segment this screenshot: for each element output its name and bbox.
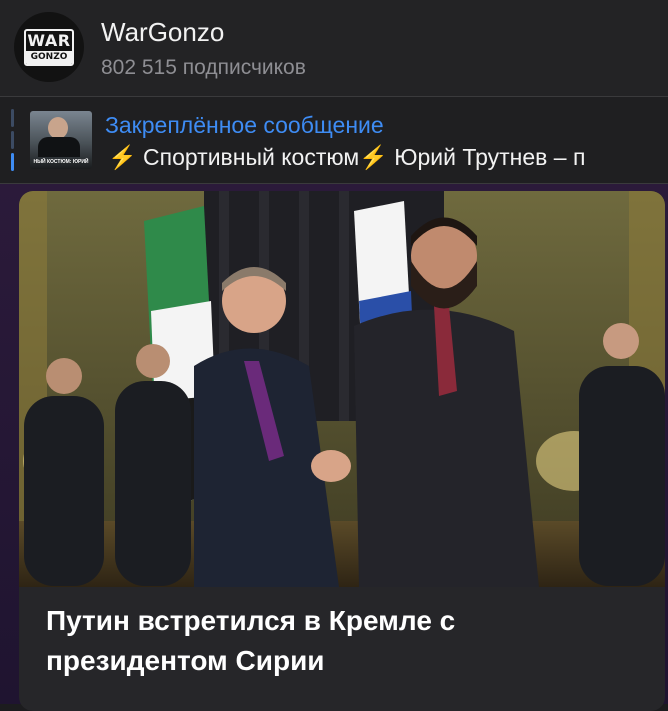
pinned-preview-text[interactable]: ⚡️ Спортивный костюм⚡️ Юрий Трутнев – п [108,143,668,171]
thumbnail-person-body [38,137,80,157]
pinned-label[interactable]: Закреплённое сообщение [105,111,384,139]
post-photo[interactable] [19,191,665,587]
pinned-indicator-segment [11,131,14,149]
subscriber-count: 802 515 подписчиков [101,56,306,79]
thumbnail-caption: НЫЙ КОСТЮМ: ЮРИЙ [33,159,89,165]
post-headline: Путин встретился в Кремле с президентом … [46,605,456,676]
pinned-thumbnail: НЫЙ КОСТЮМ: ЮРИЙ [30,111,92,169]
logo-war-text: WAR [27,30,71,50]
channel-post[interactable]: Путин встретился в Кремле с президентом … [19,191,665,711]
channel-header[interactable]: WAR GONZO WarGonzo 802 515 подписчиков [0,0,668,97]
wargonzo-logo: WAR GONZO [24,28,74,66]
pinned-indicator-segment [11,109,14,127]
channel-name[interactable]: WarGonzo [101,16,224,48]
logo-gonzo-text: GONZO [26,50,72,64]
photo-image [19,191,665,587]
pinned-indicator-active [11,153,14,171]
thumbnail-person-head [48,117,68,139]
channel-avatar[interactable]: WAR GONZO [14,12,84,82]
